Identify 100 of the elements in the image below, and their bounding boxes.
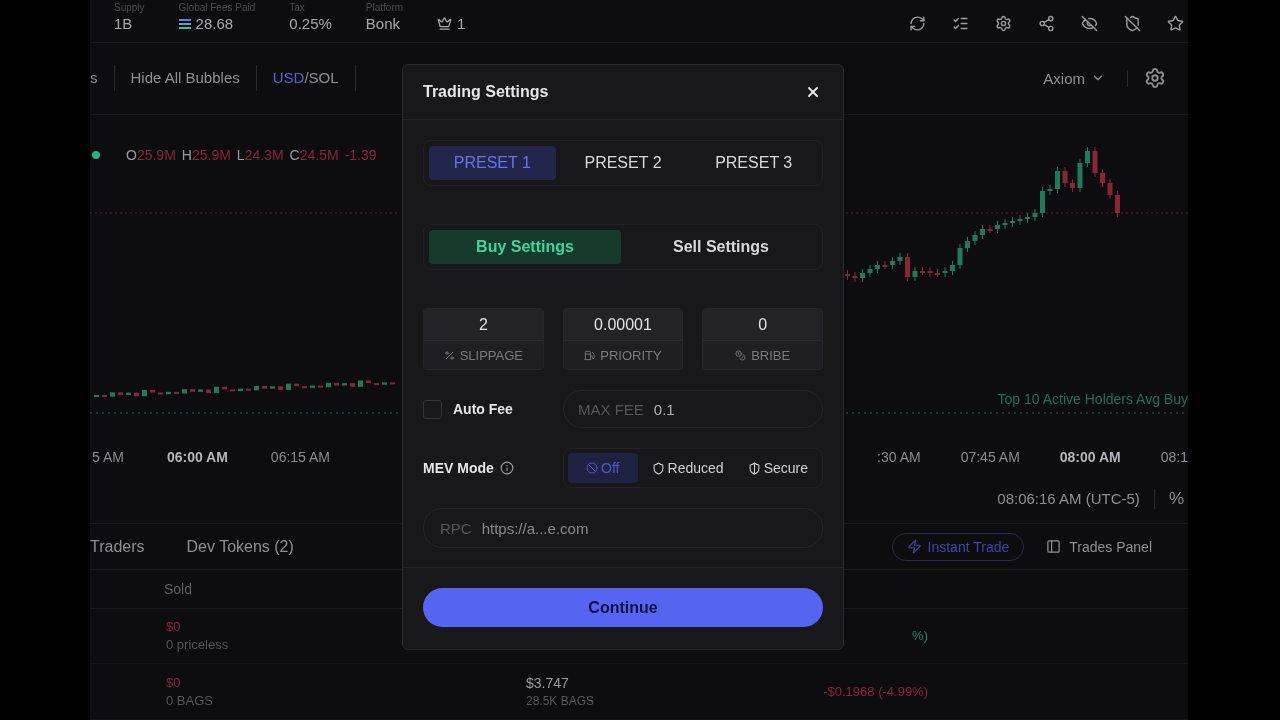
stat-value: Bonk — [365, 15, 401, 33]
candle — [126, 392, 131, 395]
candle — [875, 260, 880, 274]
candle — [1002, 218, 1008, 230]
value-field[interactable]: 0 — [703, 309, 822, 341]
stat-label: Global Fees Paid — [178, 2, 256, 14]
candle — [350, 382, 355, 387]
candle — [382, 382, 387, 385]
stat-label: Supply — [114, 2, 145, 14]
settings-icon[interactable] — [995, 15, 1012, 33]
candle — [950, 260, 955, 276]
shield-off-icon[interactable] — [1124, 15, 1141, 33]
auto-fee-checkbox[interactable] — [423, 399, 442, 419]
status-dot — [92, 150, 100, 159]
change-value: -1.39 — [344, 146, 377, 163]
candle — [134, 392, 139, 396]
shield-icon — [651, 461, 665, 475]
candle — [920, 266, 925, 276]
currency-option[interactable]: USD — [272, 65, 305, 92]
candle — [1077, 158, 1083, 193]
candle — [1010, 216, 1015, 228]
candle — [965, 236, 970, 253]
hide-bubbles-button[interactable]: Hide All Bubbles — [114, 65, 257, 92]
preset-tab[interactable]: PRESET 3 — [690, 146, 817, 180]
stat-value: 28.68 — [195, 15, 234, 33]
candle — [897, 252, 903, 266]
mev-option[interactable]: Secure — [737, 453, 818, 483]
value-field[interactable]: 0.00001 — [563, 309, 683, 341]
mev-option[interactable]: Reduced — [641, 453, 734, 483]
panel-icon — [1046, 539, 1062, 555]
candle — [230, 389, 235, 392]
settings-tab[interactable]: Sell Settings — [625, 230, 817, 264]
platform-select[interactable]: Axiom — [1043, 69, 1085, 87]
time-label: 5 AM — [92, 448, 124, 465]
candle — [995, 220, 1000, 234]
time-label: 06:00 AM — [166, 448, 228, 465]
star-icon[interactable] — [1167, 15, 1184, 33]
settings-icon[interactable] — [1144, 67, 1166, 90]
ohlc-value: L24.3M — [236, 146, 284, 163]
share-icon[interactable] — [1038, 15, 1055, 33]
settings-tab[interactable]: Buy Settings — [429, 230, 621, 264]
time-label: 06:15 AM — [270, 448, 330, 465]
timestamp: 08:06:16 AM (UTC-5) — [997, 490, 1140, 508]
candle — [1025, 212, 1030, 224]
candle — [987, 224, 993, 234]
stat-label: Tax — [289, 2, 306, 14]
candle — [206, 389, 211, 393]
pnl-value: %) — [912, 628, 928, 644]
panel-tab[interactable]: Dev Tokens (2) — [186, 537, 314, 556]
candle — [1040, 186, 1045, 218]
candle — [326, 382, 331, 387]
pnl-value: -$0.1968 (-4.99%) — [823, 684, 928, 700]
info-icon[interactable] — [499, 461, 514, 475]
candle — [1032, 208, 1038, 222]
candle — [182, 388, 187, 394]
preset-tab[interactable]: PRESET 1 — [429, 146, 556, 180]
candle — [302, 385, 307, 388]
continue-button[interactable]: Continue — [423, 588, 823, 627]
crown-icon — [437, 16, 453, 32]
candle — [366, 380, 371, 383]
candle — [935, 268, 940, 278]
field-label: PRIORITY — [600, 347, 662, 363]
candle — [358, 380, 363, 387]
preset-tab[interactable]: PRESET 2 — [559, 146, 687, 180]
panel-tab[interactable]: Traders — [90, 537, 165, 556]
candle — [972, 230, 978, 246]
candle — [318, 385, 323, 388]
candle — [142, 389, 147, 396]
candle — [158, 392, 163, 395]
max-fee-label: MAX FEE — [578, 400, 644, 418]
candle — [1062, 166, 1068, 188]
candle — [860, 268, 865, 283]
candle — [1115, 190, 1120, 218]
value-field[interactable]: 2 — [424, 309, 543, 341]
eye-off-icon[interactable] — [1081, 15, 1098, 33]
trades-panel-button[interactable]: Trades Panel — [1040, 537, 1158, 556]
candle — [867, 264, 873, 278]
candle — [390, 382, 395, 385]
ban-icon — [586, 462, 599, 474]
candle — [1107, 178, 1113, 200]
toolbar-item[interactable]: s — [90, 65, 115, 92]
candle — [1085, 146, 1090, 168]
currency-separator: / — [304, 68, 309, 89]
stat-value: 0.25% — [289, 15, 332, 33]
candle — [1092, 146, 1098, 178]
candle — [890, 256, 895, 270]
candle — [102, 394, 107, 397]
candle — [342, 382, 347, 386]
currency-option[interactable]: SOL — [308, 65, 339, 92]
candle — [1070, 178, 1075, 193]
candle — [166, 391, 171, 394]
time-label: 08:00 AM — [1059, 448, 1121, 465]
refresh-icon[interactable] — [909, 15, 926, 33]
percent-toggle[interactable]: % — [1153, 488, 1184, 509]
candle — [94, 394, 99, 397]
candle — [270, 385, 275, 389]
candle — [980, 224, 985, 240]
column-header: Sold — [164, 580, 193, 597]
candle — [927, 266, 933, 278]
candle — [310, 385, 315, 388]
